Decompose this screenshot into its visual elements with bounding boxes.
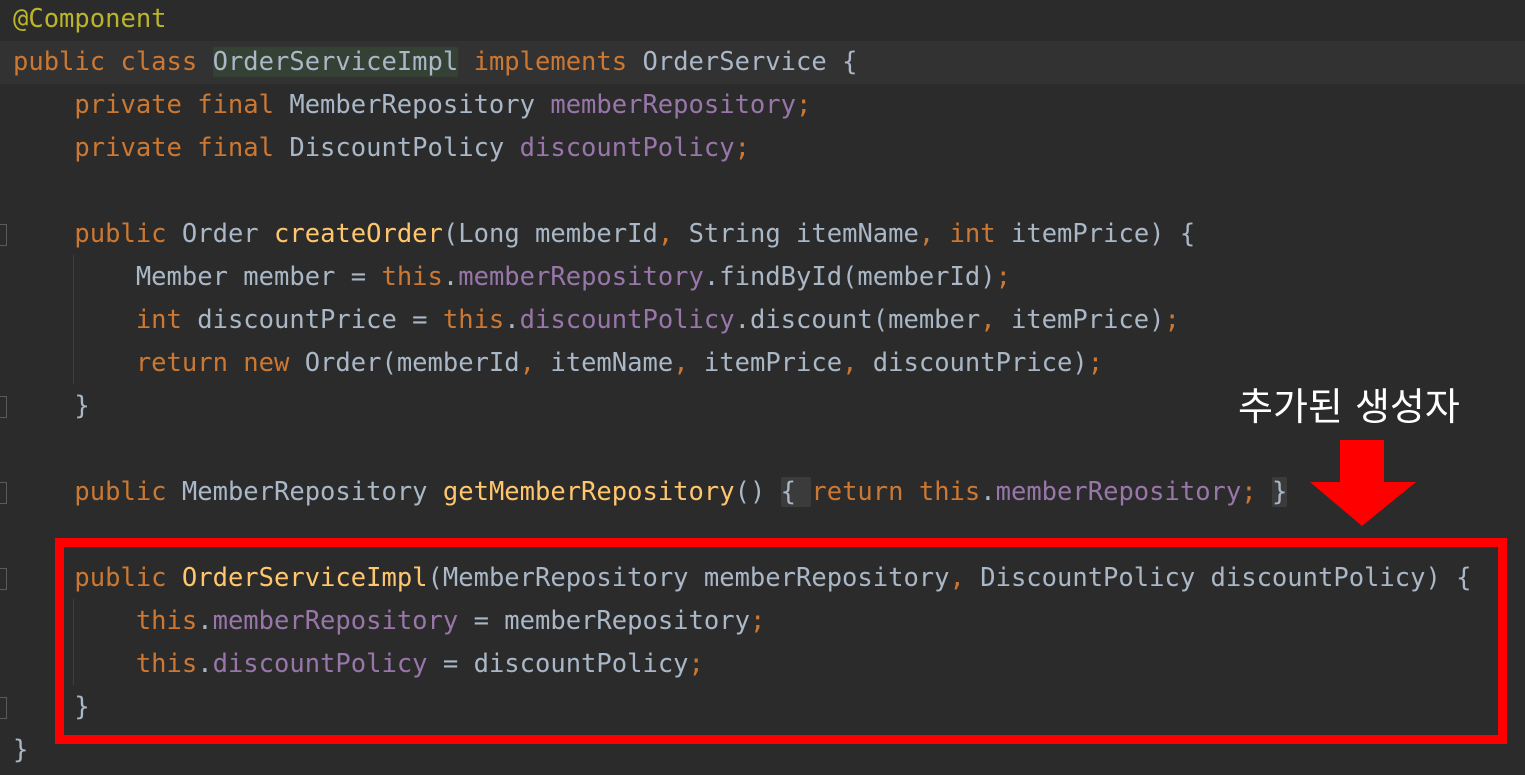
- code-token: ;: [795, 90, 812, 120]
- code-token: ,: [918, 219, 950, 249]
- code-token: }: [1271, 477, 1288, 507]
- code-line[interactable]: int discountPrice = this.discountPolicy.…: [0, 299, 1525, 342]
- code-line[interactable]: Member member = this.memberRepository.fi…: [0, 256, 1525, 299]
- code-token: this: [442, 305, 505, 335]
- code-token: getMemberRepository: [442, 477, 735, 507]
- code-token: OrderServiceImpl: [212, 47, 459, 77]
- code-token: private final: [13, 90, 290, 120]
- code-line[interactable]: [0, 428, 1525, 471]
- fold-marker-icon[interactable]: [0, 396, 7, 418]
- code-token: discountPrice): [872, 348, 1088, 378]
- code-token: OrderService {: [642, 47, 858, 77]
- code-token: itemName: [550, 348, 674, 378]
- fold-marker-icon[interactable]: [0, 482, 7, 504]
- code-token: itemPrice) {: [1011, 219, 1196, 249]
- callout-label: 추가된 생성자: [1238, 385, 1460, 429]
- code-token: public: [13, 477, 182, 507]
- code-token: {: [780, 477, 812, 507]
- code-token: ,: [842, 348, 873, 378]
- code-line[interactable]: private final MemberRepository memberRep…: [0, 84, 1525, 127]
- code-token: this: [381, 262, 443, 292]
- code-token: ;: [995, 262, 1011, 292]
- code-token: Order(memberId: [304, 348, 520, 378]
- code-token: discountPrice =: [197, 305, 443, 335]
- code-line[interactable]: private final DiscountPolicy discountPol…: [0, 127, 1525, 170]
- code-token: public: [13, 219, 182, 249]
- code-token: String itemName: [688, 219, 919, 249]
- code-token: memberRepository: [995, 477, 1242, 507]
- code-token: ,: [980, 305, 1011, 335]
- code-token: Order: [181, 219, 275, 249]
- code-token: .: [442, 262, 459, 292]
- code-line[interactable]: [0, 170, 1525, 213]
- code-token: DiscountPolicy: [289, 133, 520, 163]
- code-token: .discount(member: [734, 305, 981, 335]
- down-arrow-icon: [1310, 440, 1416, 526]
- fold-marker-icon[interactable]: [0, 568, 7, 590]
- code-token: createOrder: [274, 219, 443, 249]
- code-token: @Component: [13, 4, 167, 34]
- down-arrow-shape: [1310, 440, 1416, 526]
- code-token: (Long memberId: [442, 219, 658, 249]
- code-token: .findById(memberId): [703, 262, 996, 292]
- constructor-highlight-box: [55, 538, 1507, 744]
- code-token: private final: [13, 133, 290, 163]
- indent-guide: [73, 255, 74, 384]
- code-token: itemPrice: [703, 348, 843, 378]
- code-token: ;: [1164, 305, 1180, 335]
- code-token: itemPrice): [1010, 305, 1165, 335]
- code-token: ,: [673, 348, 704, 378]
- code-token: ;: [1241, 477, 1272, 507]
- code-token: ;: [1087, 348, 1104, 378]
- fold-marker-icon[interactable]: [0, 224, 7, 246]
- code-line[interactable]: @Component: [0, 0, 1525, 41]
- code-token: discountPolicy: [519, 133, 735, 163]
- code-line[interactable]: public MemberRepository getMemberReposit…: [0, 471, 1525, 514]
- code-token: int: [949, 219, 1011, 249]
- code-token: MemberRepository: [289, 90, 551, 120]
- code-token: ;: [734, 133, 750, 163]
- code-line[interactable]: public Order createOrder(Long memberId, …: [0, 213, 1525, 256]
- code-token: }: [13, 735, 29, 765]
- code-token: memberRepository: [550, 90, 796, 120]
- code-token: .: [504, 305, 520, 335]
- code-token: memberRepository: [458, 262, 704, 292]
- code-token: return new: [13, 348, 305, 378]
- code-token: implements: [473, 47, 643, 77]
- code-token: return this: [811, 477, 981, 507]
- code-token: }: [13, 391, 90, 421]
- code-token: ,: [657, 219, 689, 249]
- code-token: public class: [13, 47, 213, 77]
- code-token: int: [13, 305, 198, 335]
- code-token: Member member =: [13, 262, 382, 292]
- code-token: MemberRepository: [181, 477, 443, 507]
- code-line[interactable]: public class OrderServiceImpl implements…: [0, 41, 1525, 84]
- code-token: .: [980, 477, 996, 507]
- code-token: discountPolicy: [519, 305, 735, 335]
- code-token: ,: [519, 348, 551, 378]
- fold-marker-icon[interactable]: [0, 697, 7, 719]
- code-token: (): [734, 477, 781, 507]
